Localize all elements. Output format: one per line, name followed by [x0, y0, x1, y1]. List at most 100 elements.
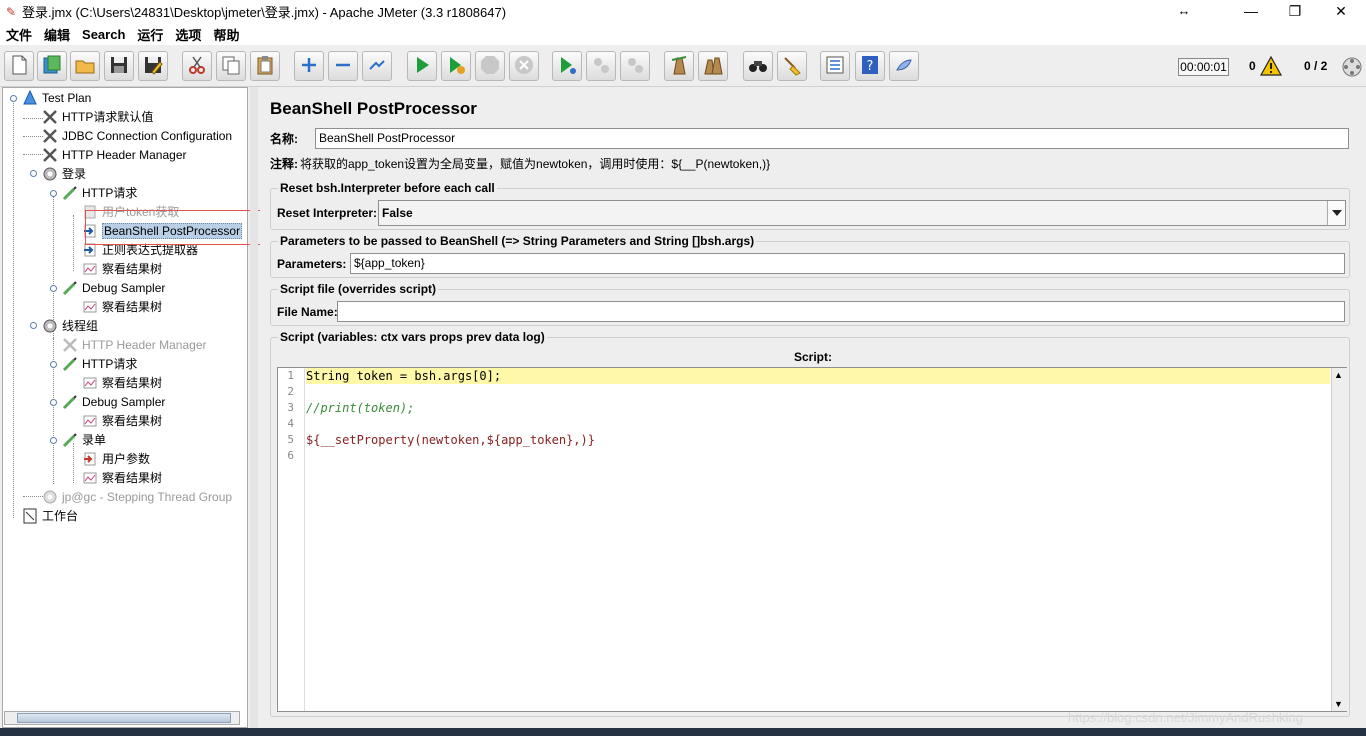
code-line: String token = bsh.args[0]; — [306, 369, 502, 383]
search-button[interactable] — [743, 51, 773, 81]
tree-node-order[interactable]: 录单 — [61, 430, 106, 449]
paste-button[interactable] — [250, 51, 280, 81]
menu-edit[interactable]: 编辑 — [38, 25, 76, 44]
templates-button[interactable] — [37, 51, 67, 81]
copy-button[interactable] — [216, 51, 246, 81]
shutdown-button[interactable] — [509, 51, 539, 81]
elapsed-timer: 00:00:01 — [1178, 58, 1229, 76]
minimize-button[interactable]: — — [1228, 0, 1274, 23]
editor-vertical-scrollbar[interactable]: ▲ ▼ — [1331, 368, 1347, 711]
close-button[interactable]: ✕ — [1318, 0, 1364, 23]
scroll-down-icon[interactable]: ▼ — [1334, 699, 1343, 709]
menu-search[interactable]: Search — [76, 27, 131, 42]
function-helper-button[interactable] — [820, 51, 850, 81]
menu-file[interactable]: 文件 — [0, 25, 38, 44]
scrollbar-thumb[interactable] — [17, 713, 231, 723]
remote-start-button[interactable] — [552, 51, 582, 81]
tree-node-thread-group[interactable]: 线程组 — [41, 316, 98, 335]
tree-node-label: 察看结果树 — [102, 376, 163, 390]
open-button[interactable] — [70, 51, 100, 81]
start-button[interactable] — [407, 51, 437, 81]
config-icon — [61, 336, 79, 354]
tree-node-label: HTTP请求 — [82, 357, 138, 371]
tree-node-workbench[interactable]: 工作台 — [21, 506, 78, 525]
clear-button[interactable] — [664, 51, 694, 81]
save-button[interactable] — [104, 51, 134, 81]
tree-node-jdbc-config[interactable]: JDBC Connection Configuration — [41, 126, 232, 145]
preprocessor-icon — [81, 450, 99, 468]
tree-node-view-results-tree[interactable]: 察看结果树 — [81, 373, 162, 392]
line-number: 6 — [287, 449, 294, 462]
warning-icon[interactable] — [1259, 55, 1283, 79]
name-field[interactable]: BeanShell PostProcessor — [315, 128, 1349, 149]
reset-interpreter-select[interactable]: False — [378, 200, 1346, 226]
save-as-button[interactable] — [138, 51, 168, 81]
menu-run[interactable]: 运行 — [131, 25, 169, 44]
tree-node-label: 线程组 — [62, 319, 99, 333]
sampler-icon — [61, 279, 79, 297]
menu-help[interactable]: 帮助 — [207, 25, 245, 44]
listener-icon — [81, 260, 99, 278]
toggle-button[interactable] — [362, 51, 392, 81]
remote-shutdown-button[interactable] — [620, 51, 650, 81]
tree-node-http-defaults[interactable]: HTTP请求默认值 — [41, 107, 153, 126]
chevron-down-icon[interactable] — [1327, 201, 1345, 225]
watermark: https://blog.csdn.net/JimmyAndRushking — [1068, 710, 1303, 725]
tree-node-view-results-tree[interactable]: 察看结果树 — [81, 411, 162, 430]
testplan-icon — [21, 89, 39, 107]
clear-all-button[interactable] — [698, 51, 728, 81]
tree-node-test-plan[interactable]: Test Plan — [21, 88, 91, 107]
element-editor: BeanShell PostProcessor 名称: BeanShell Po… — [260, 87, 1366, 728]
expand-button[interactable] — [294, 51, 324, 81]
collapse-button[interactable] — [328, 51, 358, 81]
tree-node-thread-group-login[interactable]: 登录 — [41, 164, 86, 183]
cut-icon — [186, 54, 208, 79]
tree-node-label: Debug Sampler — [82, 394, 166, 409]
menu-options[interactable]: 选项 — [169, 25, 207, 44]
tree-node-header-manager[interactable]: HTTP Header Manager — [41, 145, 187, 164]
tree-node-http-request[interactable]: HTTP请求 — [61, 183, 137, 202]
reset-search-button[interactable] — [777, 51, 807, 81]
tree-node-label: Test Plan — [42, 90, 92, 105]
annotation-highlight — [85, 210, 275, 245]
tree-horizontal-scrollbar[interactable] — [4, 711, 240, 725]
cut-button[interactable] — [182, 51, 212, 81]
start-no-pause-button[interactable] — [441, 51, 471, 81]
restore-button[interactable]: ❐ — [1272, 0, 1318, 23]
logger-button[interactable] — [889, 51, 919, 81]
tree-node-view-results-tree[interactable]: 察看结果树 — [81, 297, 162, 316]
tree-node-debug-sampler[interactable]: Debug Sampler — [61, 392, 165, 411]
reset-row: Reset Interpreter: — [277, 202, 377, 224]
scroll-up-icon[interactable]: ▲ — [1334, 370, 1343, 380]
shutdown-icon — [513, 54, 535, 79]
file-name-field[interactable] — [337, 301, 1345, 322]
comment-field[interactable]: 将获取的app_token设置为全局变量，赋值为newtoken，调用时使用：$… — [300, 155, 770, 172]
remote-stop-button[interactable] — [586, 51, 616, 81]
new-icon — [8, 54, 30, 79]
tree-node-view-results-tree[interactable]: 察看结果树 — [81, 468, 162, 487]
expand-icon — [298, 54, 320, 79]
workbench-icon — [21, 507, 39, 525]
split-divider[interactable] — [250, 87, 258, 728]
remote-start-icon — [556, 54, 578, 79]
tree-node-user-parameters[interactable]: 用户参数 — [81, 449, 150, 468]
file-group-title: Script file (overrides script) — [278, 282, 439, 296]
tree-node-stepping-thread-group[interactable]: jp@gc - Stepping Thread Group — [41, 487, 232, 506]
params-group-title: Parameters to be passed to BeanShell (=>… — [278, 234, 757, 248]
tree-node-http-request[interactable]: HTTP请求 — [61, 354, 137, 373]
page-title: BeanShell PostProcessor — [270, 99, 477, 118]
script-header: Script: — [794, 350, 833, 364]
help-button[interactable]: ? — [855, 51, 885, 81]
tree-node-view-results-tree[interactable]: 察看结果树 — [81, 259, 162, 278]
listener-icon — [81, 298, 99, 316]
tree-node-debug-sampler[interactable]: Debug Sampler — [61, 278, 165, 297]
save-as-icon — [142, 54, 164, 79]
new-button[interactable] — [4, 51, 34, 81]
tree-node-header-manager[interactable]: HTTP Header Manager — [61, 335, 207, 354]
file-row: File Name: — [277, 301, 338, 323]
templates-icon — [41, 54, 63, 79]
stop-button[interactable] — [475, 51, 505, 81]
code-line: //print(token); — [306, 401, 415, 415]
parameters-field[interactable]: ${app_token} — [350, 253, 1345, 274]
script-editor[interactable]: 1 2 3 4 5 6 String token = bsh.args[0]; … — [277, 367, 1347, 712]
